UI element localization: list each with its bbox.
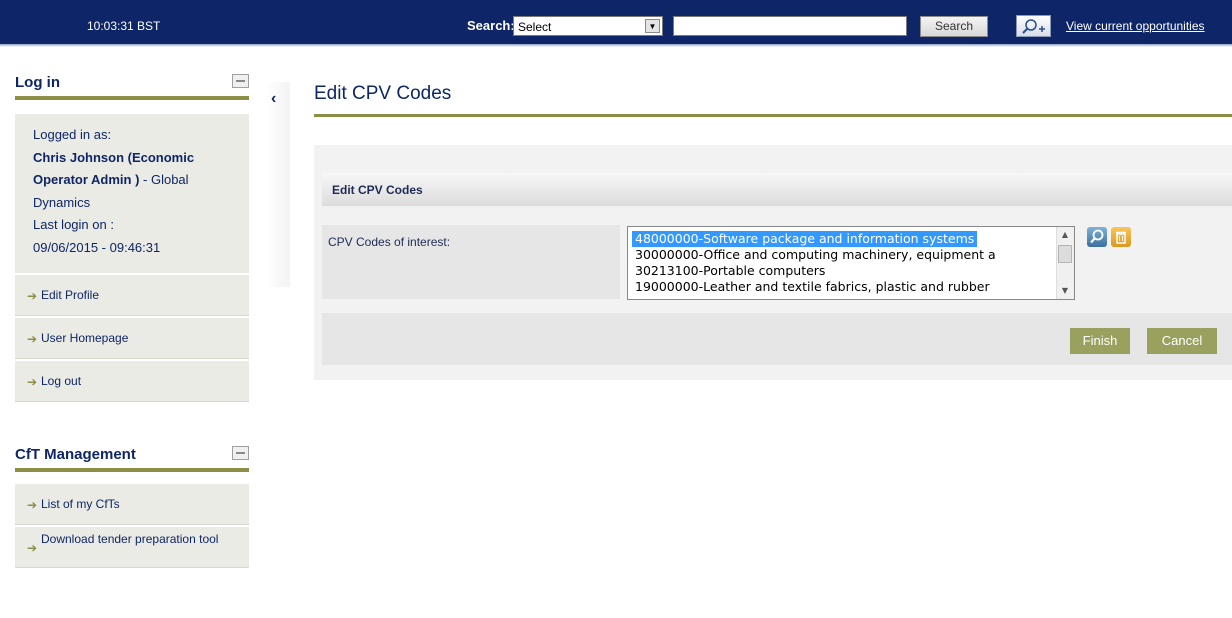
sidebar-item-label: User Homepage [41,331,129,345]
sidebar-item-label: List of my CfTs [41,497,120,511]
sidebar-item-download-tool[interactable]: ➔ Download tender preparation tool [15,527,249,568]
magnifier-plus-icon[interactable] [1016,15,1051,37]
arrow-right-icon: ➔ [27,375,38,389]
collapse-icon[interactable] [232,74,249,88]
arrow-right-icon: ➔ [27,498,38,512]
chevron-left-icon[interactable]: ‹ [271,90,276,108]
lookup-icon[interactable] [1087,227,1107,247]
search-input[interactable] [673,16,907,36]
sidebar-item-label: Download tender preparation tool [41,532,219,546]
listbox-scrollbar[interactable]: ▲ ▼ [1056,227,1074,299]
top-bar: 10:03:31 BST Search: Select ▼ Search Vie… [0,0,1232,47]
arrow-right-icon: ➔ [27,332,38,346]
arrow-right-icon: ➔ [27,541,38,555]
cpv-codes-listbox[interactable]: 48000000-Software package and informatio… [627,226,1075,300]
sidebar-item-edit-profile[interactable]: ➔ Edit Profile [15,275,249,316]
sidebar: Log in Logged in as: Chris Johnson (Econ… [15,70,249,568]
sidebar-item-list-of-my-cfts[interactable]: ➔ List of my CfTs [15,484,249,525]
scroll-down-icon[interactable]: ▼ [1057,283,1073,299]
last-login-label: Last login on : [33,217,114,232]
login-panel-header: Log in [15,70,249,100]
header-shadow [0,44,1232,47]
page-title: Edit CPV Codes [314,83,452,104]
cpv-field-label: CPV Codes of interest: [328,235,451,249]
scroll-up-icon[interactable]: ▲ [1057,227,1073,243]
sidebar-toggle[interactable]: ‹ [265,82,290,287]
list-item[interactable]: 30213100-Portable computers [632,263,828,279]
login-info: Logged in as: Chris Johnson (Economic Op… [15,114,249,273]
scroll-thumb[interactable] [1058,245,1072,263]
login-panel-title: Log in [15,74,60,91]
chevron-down-icon[interactable]: ▼ [645,19,660,33]
sidebar-item-label: Log out [41,374,82,388]
section-title: Edit CPV Codes [332,183,423,197]
logged-in-as-label: Logged in as: [33,127,112,142]
clock: 10:03:31 BST [87,19,161,33]
section-header: Edit CPV Codes [322,173,1232,206]
edit-panel: Edit CPV Codes CPV Codes of interest: 48… [314,145,1232,380]
field-label-cell: CPV Codes of interest: [322,225,620,299]
sidebar-item-log-out[interactable]: ➔ Log out [15,361,249,402]
logged-in-user: Chris Johnson (Economic Operator Admin )… [33,147,231,215]
sidebar-item-label: Edit Profile [41,288,100,302]
view-current-opportunities-link[interactable]: View current opportunities [1066,19,1205,33]
list-item[interactable]: 19000000-Leather and textile fabrics, pl… [632,279,993,295]
search-category-select[interactable]: Select ▼ [513,16,663,36]
cft-panel-title: CfT Management [15,446,136,463]
search-category-value: Select [518,20,552,34]
cft-panel-header: CfT Management [15,442,249,472]
finish-button[interactable]: Finish [1070,328,1130,354]
search-button[interactable]: Search [920,16,988,37]
actions-bar: Finish Cancel [322,313,1232,365]
sidebar-item-user-homepage[interactable]: ➔ User Homepage [15,318,249,359]
title-divider [314,114,1232,117]
collapse-icon[interactable] [232,446,249,460]
trash-icon[interactable] [1111,227,1131,247]
cancel-button[interactable]: Cancel [1147,328,1217,354]
arrow-right-icon: ➔ [27,289,38,303]
list-item[interactable]: 48000000-Software package and informatio… [632,231,978,247]
search-label: Search: [467,18,515,33]
list-item[interactable]: 30000000-Office and computing machinery,… [632,247,999,263]
last-login-value: 09/06/2015 - 09:46:31 [33,239,161,255]
